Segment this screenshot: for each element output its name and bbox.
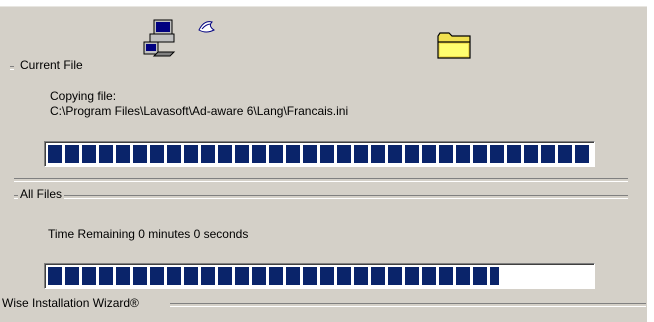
all-files-group-line: [14, 195, 628, 199]
all-files-progress-bar: [44, 263, 595, 289]
copying-label: Copying file:: [50, 89, 117, 103]
current-file-group-line: [10, 66, 14, 70]
flying-paper-icon: [198, 21, 215, 33]
current-file-legend: Current File: [18, 58, 85, 72]
footer-line: [170, 303, 646, 307]
current-file-progress-bar: [44, 141, 595, 167]
folder-icon: [437, 32, 471, 59]
current-file-path: C:\Program Files\Lavasoft\Ad-aware 6\Lan…: [50, 104, 349, 118]
computer-icon: [143, 19, 176, 57]
right-border: [647, 6, 648, 322]
separator-line: [14, 178, 628, 182]
wise-wizard-brand: Wise Installation Wizard®: [0, 296, 141, 310]
all-files-progress-fill: [48, 267, 499, 285]
all-files-legend: All Files: [18, 187, 65, 201]
current-file-progress-fill: [48, 145, 591, 163]
time-remaining-text: Time Remaining 0 minutes 0 seconds: [48, 227, 249, 241]
top-border: [0, 6, 648, 7]
